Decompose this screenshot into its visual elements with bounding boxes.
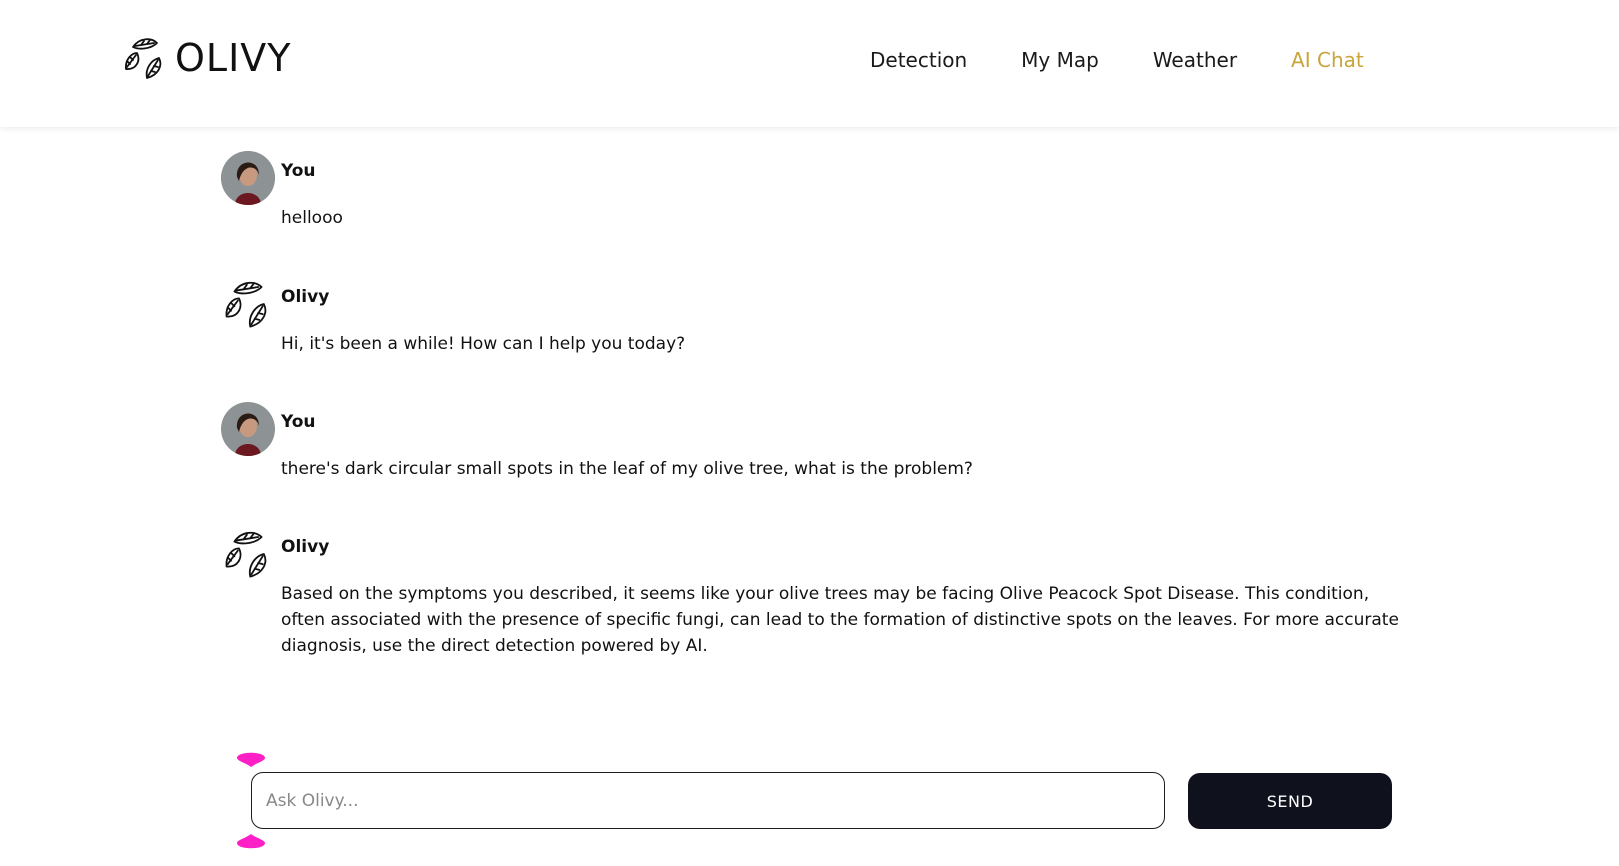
olivy-avatar: [221, 527, 275, 581]
main-nav: Detection My Map Weather AI Chat: [870, 46, 1418, 74]
nav-item-weather[interactable]: Weather: [1153, 46, 1237, 74]
message-composer: SEND: [0, 740, 1619, 866]
message-text: Based on the symptoms you described, it …: [281, 584, 1399, 656]
send-button[interactable]: SEND: [1188, 773, 1392, 829]
nav-item-detection[interactable]: Detection: [870, 46, 967, 74]
message-text: hellooo: [281, 208, 343, 228]
nav-item-my-map[interactable]: My Map: [1021, 46, 1099, 74]
olivy-logo-icon: [225, 281, 267, 328]
selection-handle-bottom[interactable]: [236, 834, 266, 852]
top-navigation-bar: OLIVY Detection My Map Weather AI Chat: [0, 0, 1619, 127]
message-sender: You: [281, 161, 316, 181]
user-avatar: [221, 402, 275, 456]
user-avatar: [221, 151, 275, 205]
olivy-logo-icon: [225, 531, 267, 578]
olive-leaves-icon: [125, 38, 162, 79]
selection-handle-top[interactable]: [236, 749, 266, 767]
brand-logo[interactable]: OLIVY: [123, 34, 292, 82]
message-sender: Olivy: [281, 537, 330, 557]
olivy-avatar: [221, 277, 275, 331]
brand-name: OLIVY: [175, 36, 292, 80]
message-sender: Olivy: [281, 287, 330, 307]
nav-item-ai-chat[interactable]: AI Chat: [1291, 46, 1364, 74]
message-sender: You: [281, 412, 316, 432]
message-text: Hi, it's been a while! How can I help yo…: [281, 334, 686, 354]
message-text: there's dark circular small spots in the…: [281, 459, 973, 479]
ask-olivy-input[interactable]: [251, 772, 1165, 829]
